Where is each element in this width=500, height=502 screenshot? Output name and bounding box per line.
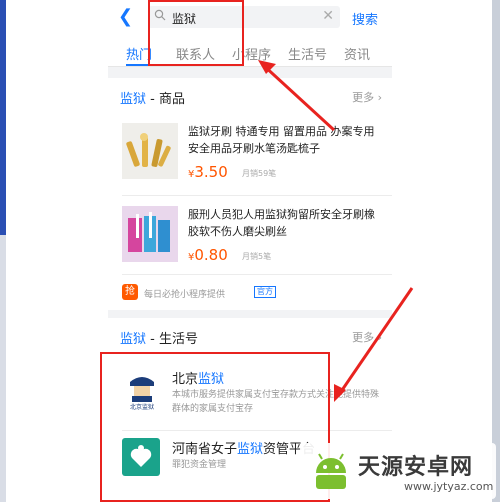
back-arrow-icon[interactable]: ❮	[118, 6, 133, 27]
product-item[interactable]: 服刑人员犯人用监狱狗留所安全牙刷橡胶软不伤人磨尖刷丝 ¥0.80 月销5笔	[108, 206, 392, 282]
account-logo: 北京监狱	[120, 368, 164, 412]
more-link[interactable]: 更多 ›	[352, 329, 382, 345]
watermark-url: www.jytyaz.com	[404, 480, 494, 493]
search-bar: ❮ 监狱 ✕ 搜索	[108, 0, 392, 36]
account-name: 河南省女子监狱资管平台	[172, 442, 316, 457]
search-button[interactable]: 搜索	[352, 9, 378, 28]
product-title: 服刑人员犯人用监狱狗留所安全牙刷橡胶软不伤人磨尖刷丝	[188, 208, 375, 238]
tab-bar: 热门 联系人 小程序 生活号 资讯	[108, 36, 392, 67]
product-price: ¥3.50	[188, 163, 228, 181]
search-input[interactable]: 监狱 ✕	[148, 6, 340, 28]
product-item[interactable]: 监狱牙刷 特通专用 留置用品 办案专用 安全用品牙刷水笔汤匙梳子 ¥3.50 月…	[108, 123, 392, 199]
products-card: 监狱 - 商品 更多 › 监狱牙刷 特通专用 留置用品 办案专用 安全用品牙刷水…	[108, 78, 392, 310]
product-image	[122, 206, 178, 262]
watermark: 天源安卓网 www.jytyaz.com	[300, 443, 496, 499]
background-edge	[492, 0, 500, 502]
background-left	[0, 0, 108, 502]
section-title: 监狱 - 商品	[120, 92, 185, 107]
product-price: ¥0.80	[188, 246, 228, 264]
product-sales: 月销5笔	[242, 252, 272, 261]
background-right	[392, 0, 500, 502]
product-sales: 月销59笔	[242, 169, 277, 178]
product-image	[122, 123, 178, 179]
tab-contacts[interactable]: 联系人	[176, 44, 215, 63]
tab-life-accounts[interactable]: 生活号	[288, 44, 327, 63]
tab-active-indicator	[126, 64, 150, 66]
android-logo-icon	[316, 453, 346, 489]
official-tag: 官方	[254, 286, 276, 298]
product-title: 监狱牙刷 特通专用 留置用品 办案专用 安全用品牙刷水笔汤匙梳子	[188, 125, 375, 155]
tab-hot[interactable]: 热门	[126, 44, 152, 63]
account-name: 北京监狱	[172, 372, 225, 387]
background-edge	[0, 235, 6, 502]
search-icon	[154, 9, 166, 21]
more-link[interactable]: 更多 ›	[352, 89, 382, 105]
clear-icon[interactable]: ✕	[322, 8, 334, 24]
watermark-text: 天源安卓网	[358, 455, 474, 480]
life-account-item[interactable]: 北京监狱 北京监狱 本城市服务提供家属支付宝存款方式关注能提供特殊群体的家属支付…	[108, 368, 392, 428]
section-title: 监狱 - 生活号	[120, 332, 198, 347]
tab-news[interactable]: 资讯	[344, 44, 370, 63]
divider	[122, 195, 392, 196]
account-desc: 本城市服务提供家属支付宝存款方式关注能提供特殊群体的家属支付宝存	[172, 390, 380, 414]
account-logo	[122, 438, 160, 476]
phone-screen: ❮ 监狱 ✕ 搜索 热门 联系人 小程序 生活号 资讯 监狱 - 商品 更多 ›	[108, 0, 392, 502]
provider-badge-icon: 抢	[122, 284, 138, 300]
svg-text:北京监狱: 北京监狱	[130, 403, 154, 411]
search-query: 监狱	[172, 12, 197, 26]
divider	[122, 274, 392, 275]
divider	[122, 430, 392, 431]
provider-text: 每日必抢小程序提供	[144, 290, 226, 300]
tab-mini-programs[interactable]: 小程序	[232, 44, 271, 63]
